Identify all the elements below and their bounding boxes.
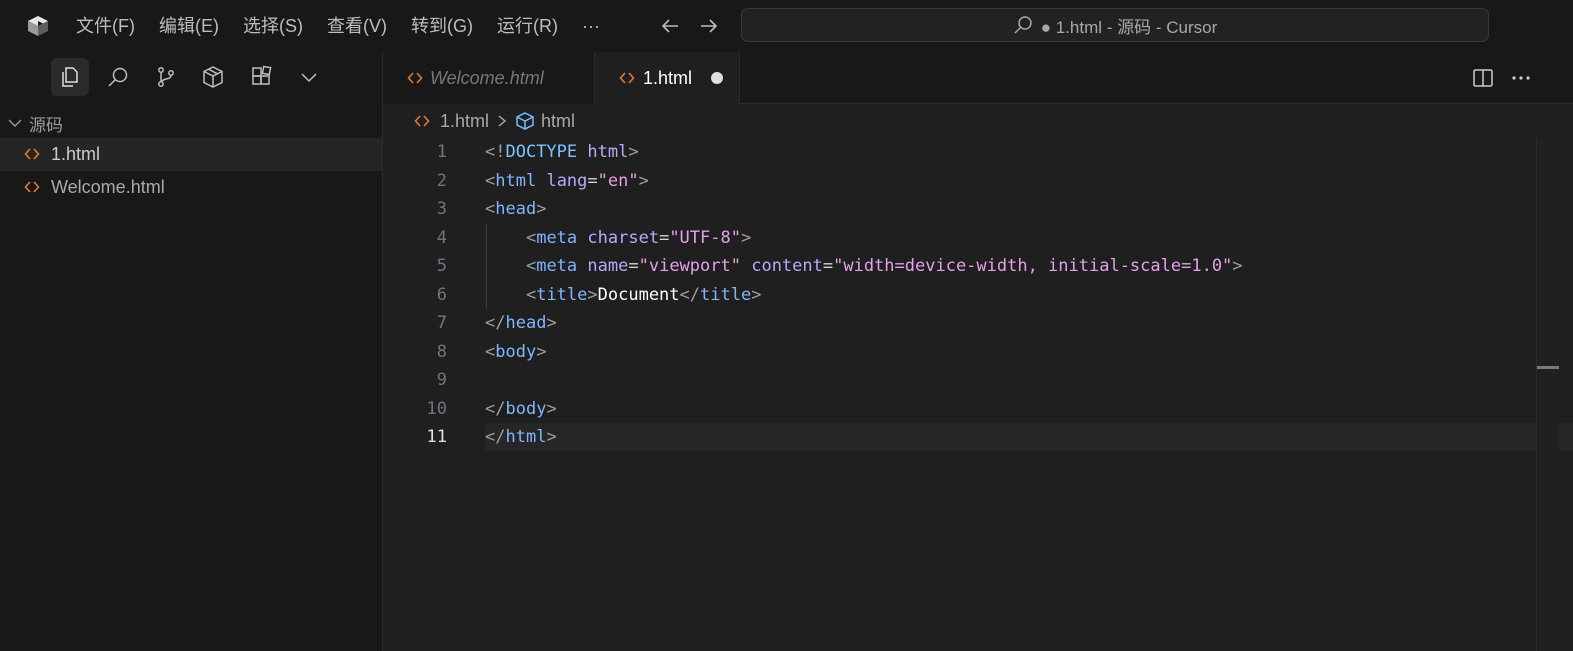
tab-welcome-html[interactable]: Welcome.html [383,52,595,104]
menu-run[interactable]: 运行(R) [485,0,570,52]
html-file-icon [619,72,635,84]
code-line[interactable]: <html lang="en"> [485,167,1573,195]
source-control-icon [158,67,174,87]
line-number: 7 [436,313,447,333]
line-number-current: 11 [426,427,447,447]
line-number: 2 [436,170,447,191]
split-editor-icon[interactable] [1471,66,1495,90]
html-file-icon [414,115,430,127]
file-item-welcome-html[interactable]: Welcome.html [0,171,382,204]
menu-view[interactable]: 查看(V) [315,0,399,52]
code-line[interactable] [485,366,1573,394]
code-editor[interactable]: 1 2 3 4 5 6 7 8 9 10 11 <!DOCTYPE html> <… [383,138,1573,651]
line-number: 6 [436,284,447,305]
files-icon [62,67,78,87]
menu-go[interactable]: 转到(G) [399,0,485,52]
extensions-box-icon [203,66,223,88]
tab-label: 1.html [643,67,693,88]
menu-more[interactable]: ··· [570,0,612,52]
line-number: 3 [436,199,447,219]
line-number: 9 [436,370,447,390]
code-line[interactable]: <head> [485,195,1573,223]
explorer-button[interactable] [51,58,89,96]
html-file-icon [24,148,40,160]
section-title: 源码 [29,115,63,135]
activity-bar [0,52,382,104]
explorer-section-header[interactable]: 源码 [0,110,382,136]
file-label: Welcome.html [51,177,165,197]
search-button[interactable] [99,58,137,96]
tab-1-html[interactable]: 1.html [595,52,740,104]
code-line-current[interactable]: </html> [485,423,1573,451]
title-bar: 文件(F) 编辑(E) 选择(S) 查看(V) 转到(G) 运行(R) ··· … [0,0,1573,52]
html-file-icon [407,72,423,84]
more-views-button[interactable] [290,58,328,96]
html-file-icon [24,181,40,193]
line-number: 1 [436,142,447,162]
file-item-1-html[interactable]: 1.html [0,138,382,171]
menu-selection[interactable]: 选择(S) [231,0,315,52]
file-label: 1.html [51,144,101,164]
chevron-down-icon [8,119,22,127]
unsaved-dot-icon[interactable] [711,72,723,84]
breadcrumb: 1.html html [383,104,1573,138]
search-icon [108,67,128,87]
code-line[interactable]: </body> [485,395,1573,423]
code-line[interactable]: <body> [485,338,1573,366]
code-line[interactable]: <title>Document</title> [485,281,1573,309]
line-number-gutter: 1 2 3 4 5 6 7 8 9 10 11 [383,138,475,651]
code-line[interactable]: </head> [485,309,1573,337]
menu-file[interactable]: 文件(F) [64,0,147,52]
editor-scrollbar[interactable] [1536,138,1559,651]
breadcrumb-file[interactable]: 1.html [440,111,489,132]
scrollbar-cursor-marker [1537,366,1559,369]
chevron-down-icon [301,73,317,83]
menu-edit[interactable]: 编辑(E) [147,0,231,52]
code-line[interactable]: <meta charset="UTF-8"> [485,224,1573,252]
tab-label: Welcome.html [430,67,544,88]
extensions-box-button[interactable] [194,58,232,96]
chevron-right-icon [498,115,507,127]
editor-tabs: Welcome.html 1.html [383,52,1573,104]
command-center-search[interactable]: ● 1.html - 源码 - Cursor [741,8,1489,42]
line-number: 4 [436,227,447,248]
extensions-button[interactable] [243,58,281,96]
forward-arrow-icon[interactable] [697,14,721,38]
code-line[interactable]: <!DOCTYPE html> [485,138,1573,166]
cursor-logo-icon [28,16,48,36]
search-icon [1014,16,1032,34]
more-actions-icon[interactable] [1509,66,1533,90]
code-line[interactable]: <meta name="viewport" content="width=dev… [485,252,1573,280]
extensions-icon [252,65,272,85]
menu-bar: 文件(F) 编辑(E) 选择(S) 查看(V) 转到(G) 运行(R) ··· [64,0,612,52]
line-number: 5 [436,256,447,276]
source-control-button[interactable] [147,58,185,96]
line-number: 8 [436,341,447,362]
command-center-text: ● 1.html - 源码 - Cursor [1040,17,1218,37]
breadcrumb-symbol[interactable]: html [541,111,575,132]
sidebar: 源码 1.html Welcome.html [0,52,383,651]
symbol-element-icon [516,112,534,130]
line-number: 10 [426,398,447,419]
back-arrow-icon[interactable] [658,14,682,38]
